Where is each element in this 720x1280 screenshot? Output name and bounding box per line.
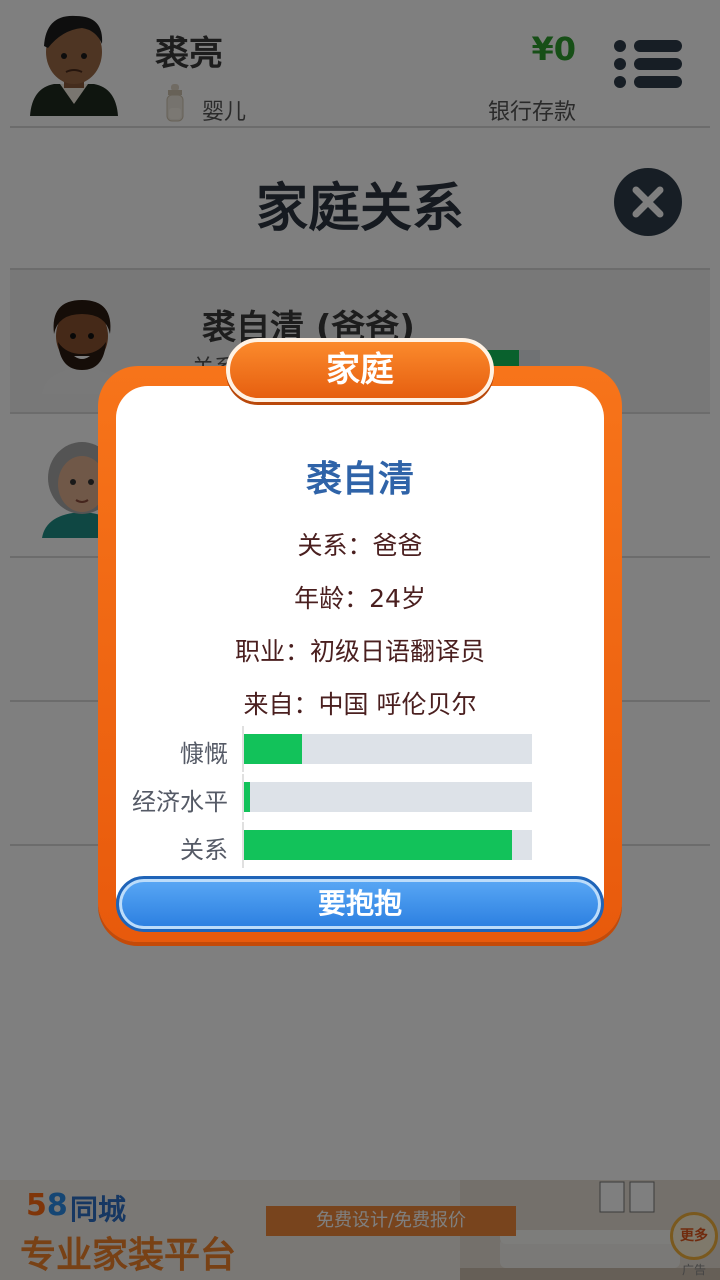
stat-bar-fill (244, 734, 302, 764)
stat-bar (244, 734, 532, 764)
stat-row-relation: 关系 (116, 822, 604, 868)
stat-label: 经济水平 (132, 788, 228, 816)
stat-bar (244, 830, 532, 860)
member-job: 职业：初级日语翻译员 (234, 637, 485, 666)
stat-bar (244, 782, 532, 812)
member-origin: 来自：中国 呼伦贝尔 (243, 690, 477, 719)
stat-bar-fill (244, 782, 250, 812)
stat-label: 关系 (180, 836, 228, 864)
modal-tab-title: 家庭 (226, 338, 494, 402)
family-member-modal: 裘自清 关系：爸爸 年龄：24岁 职业：初级日语翻译员 来自：中国 呼伦贝尔 慷… (98, 338, 622, 942)
hug-button[interactable]: 要抱抱 (116, 876, 604, 932)
member-relation: 关系：爸爸 (297, 531, 423, 560)
modal-body: 裘自清 关系：爸爸 年龄：24岁 职业：初级日语翻译员 来自：中国 呼伦贝尔 慷… (116, 386, 604, 926)
stat-label: 慷慨 (180, 740, 228, 768)
member-age: 年龄：24岁 (294, 584, 426, 613)
member-name: 裘自清 (305, 459, 414, 500)
stat-row-generosity: 慷慨 (116, 726, 604, 772)
stat-row-economy: 经济水平 (116, 774, 604, 820)
stat-bar-fill (244, 830, 512, 860)
